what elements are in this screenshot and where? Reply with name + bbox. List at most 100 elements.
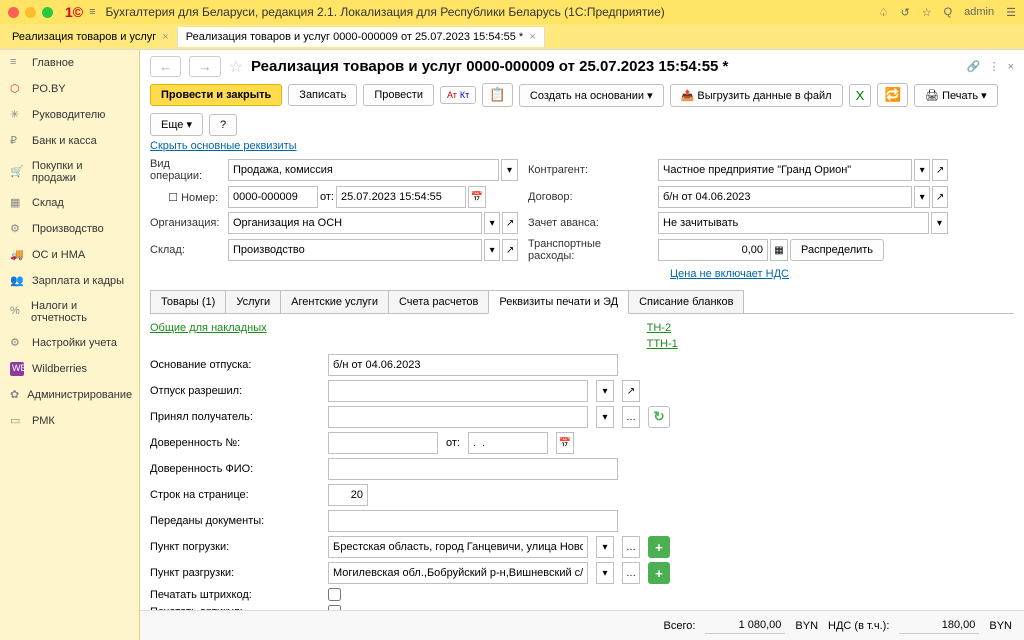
tn2-link[interactable]: ТН-2 <box>647 322 678 334</box>
release-input[interactable] <box>328 380 588 402</box>
dropdown-icon[interactable]: ▾ <box>596 406 614 428</box>
nav-fwd-button[interactable]: → <box>189 56 220 77</box>
contract-input[interactable] <box>658 186 912 208</box>
attorney-fio-input[interactable] <box>328 458 618 480</box>
sidebar-item-rmk[interactable]: ▭РМК <box>0 408 139 434</box>
mac-close[interactable] <box>8 7 19 18</box>
basis-input[interactable] <box>328 354 618 376</box>
write-button[interactable]: Записать <box>288 84 357 106</box>
sidebar-item-bank[interactable]: ₽Банк и касса <box>0 128 139 154</box>
sidebar-item-assets[interactable]: 🚚ОС и НМА <box>0 242 139 268</box>
tab-services[interactable]: Услуги <box>225 290 281 313</box>
calendar-icon[interactable]: 📅 <box>468 186 486 208</box>
more-dots-icon[interactable]: … <box>622 536 640 558</box>
receiver-input[interactable] <box>328 406 588 428</box>
star-icon[interactable]: ☆ <box>922 6 932 19</box>
user-label[interactable]: admin <box>964 6 994 18</box>
hide-main-link[interactable]: Скрыть основные реквизиты <box>150 140 297 152</box>
post-button[interactable]: Провести <box>363 84 434 106</box>
date-input[interactable] <box>336 186 466 208</box>
dropdown-icon[interactable]: ▾ <box>484 239 500 261</box>
sidebar-item-main[interactable]: ≡Главное <box>0 50 139 76</box>
dropdown-icon[interactable]: ▾ <box>914 186 930 208</box>
doc-tab-2[interactable]: Реализация товаров и услуг 0000-000009 о… <box>178 27 545 47</box>
menu-icon[interactable]: ≡ <box>89 6 95 18</box>
transport-input[interactable] <box>658 239 768 261</box>
excel-button[interactable]: X <box>849 84 872 107</box>
menu-dots-icon[interactable]: ☰ <box>1006 6 1016 19</box>
add-button[interactable]: + <box>648 562 670 584</box>
transmitted-input[interactable] <box>328 510 618 532</box>
open-icon[interactable]: ↗ <box>502 239 518 261</box>
warehouse-input[interactable] <box>228 239 482 261</box>
dropdown-icon[interactable]: ▾ <box>914 159 930 181</box>
calendar-icon[interactable]: 📅 <box>556 432 574 454</box>
nav-back-button[interactable]: ← <box>150 56 181 77</box>
tab-blanks[interactable]: Списание бланков <box>628 290 744 313</box>
barcode-checkbox[interactable] <box>328 588 341 601</box>
doc-tab-1[interactable]: Реализация товаров и услуг × <box>4 27 178 47</box>
sidebar-item-settings[interactable]: ⚙Настройки учета <box>0 330 139 356</box>
ttn1-link[interactable]: ТТН-1 <box>647 338 678 350</box>
create-based-button[interactable]: Создать на основании ▾ <box>519 84 664 107</box>
mac-min[interactable] <box>25 7 36 18</box>
tab-print-details[interactable]: Реквизиты печати и ЭД <box>488 290 629 314</box>
tab-agent[interactable]: Агентские услуги <box>280 290 389 313</box>
refresh-button[interactable]: ↻ <box>648 406 670 428</box>
link-icon[interactable]: 🔗 <box>967 60 981 73</box>
open-icon[interactable]: ↗ <box>932 186 948 208</box>
common-link[interactable]: Общие для накладных <box>150 322 267 350</box>
lines-input[interactable] <box>328 484 368 506</box>
optype-input[interactable] <box>228 159 499 181</box>
distribute-button[interactable]: Распределить <box>790 239 884 261</box>
print-button[interactable]: 🖨 Печать ▾ <box>914 84 998 107</box>
tab-accounts[interactable]: Счета расчетов <box>388 290 489 313</box>
load-point-input[interactable] <box>328 536 588 558</box>
open-icon[interactable]: ↗ <box>502 212 518 234</box>
dropdown-icon[interactable]: ▾ <box>501 159 518 181</box>
add-button[interactable]: + <box>648 536 670 558</box>
contragent-input[interactable] <box>658 159 912 181</box>
exchange-button[interactable]: 🔁 <box>877 83 908 107</box>
advance-input[interactable] <box>658 212 929 234</box>
dropdown-icon[interactable]: ▾ <box>931 212 948 234</box>
sidebar-item-wb[interactable]: WBWildberries <box>0 356 139 382</box>
dropdown-icon[interactable]: ▾ <box>484 212 500 234</box>
bell-icon[interactable]: ♤ <box>879 6 889 19</box>
structure-button[interactable]: 📋 <box>482 83 513 107</box>
sidebar-item-salary[interactable]: 👥Зарплата и кадры <box>0 268 139 294</box>
attorney-no-input[interactable] <box>328 432 438 454</box>
close-icon[interactable]: × <box>162 31 168 43</box>
close-icon[interactable]: × <box>529 31 535 43</box>
post-close-button[interactable]: Провести и закрыть <box>150 84 282 106</box>
sidebar-item-poby[interactable]: ⬡PO.BY <box>0 76 139 102</box>
vat-link[interactable]: Цена не включает НДС <box>670 268 789 280</box>
org-input[interactable] <box>228 212 482 234</box>
more-button[interactable]: Еще ▾ <box>150 113 203 136</box>
dropdown-icon[interactable]: ▾ <box>596 380 614 402</box>
dropdown-icon[interactable]: ▾ <box>596 562 614 584</box>
dtkt-button[interactable]: АтКт <box>440 86 476 104</box>
sidebar-item-sales[interactable]: 🛒Покупки и продажи <box>0 154 139 190</box>
help-button[interactable]: ? <box>209 114 237 136</box>
more-dots-icon[interactable]: … <box>622 562 640 584</box>
sidebar-item-manager[interactable]: ✳Руководителю <box>0 102 139 128</box>
history-icon[interactable]: ↺ <box>901 6 910 19</box>
close-icon[interactable]: × <box>1008 61 1014 73</box>
sidebar-item-admin[interactable]: ✿Администрирование <box>0 382 139 408</box>
attorney-date-input[interactable] <box>468 432 548 454</box>
dropdown-icon[interactable]: ▾ <box>596 536 614 558</box>
export-file-button[interactable]: 📤 Выгрузить данные в файл <box>670 84 843 107</box>
mac-max[interactable] <box>42 7 53 18</box>
tab-goods[interactable]: Товары (1) <box>150 290 226 313</box>
sidebar-item-production[interactable]: ⚙Производство <box>0 216 139 242</box>
open-icon[interactable]: ↗ <box>622 380 640 402</box>
number-input[interactable] <box>228 186 318 208</box>
more-dots-icon[interactable]: … <box>622 406 640 428</box>
sidebar-item-taxes[interactable]: %Налоги и отчетность <box>0 294 139 330</box>
open-icon[interactable]: ↗ <box>932 159 948 181</box>
favorite-icon[interactable]: ☆ <box>229 57 243 77</box>
unload-point-input[interactable] <box>328 562 588 584</box>
calc-icon[interactable]: ▦ <box>770 239 788 261</box>
more-icon[interactable]: ⋮ <box>989 60 1000 73</box>
